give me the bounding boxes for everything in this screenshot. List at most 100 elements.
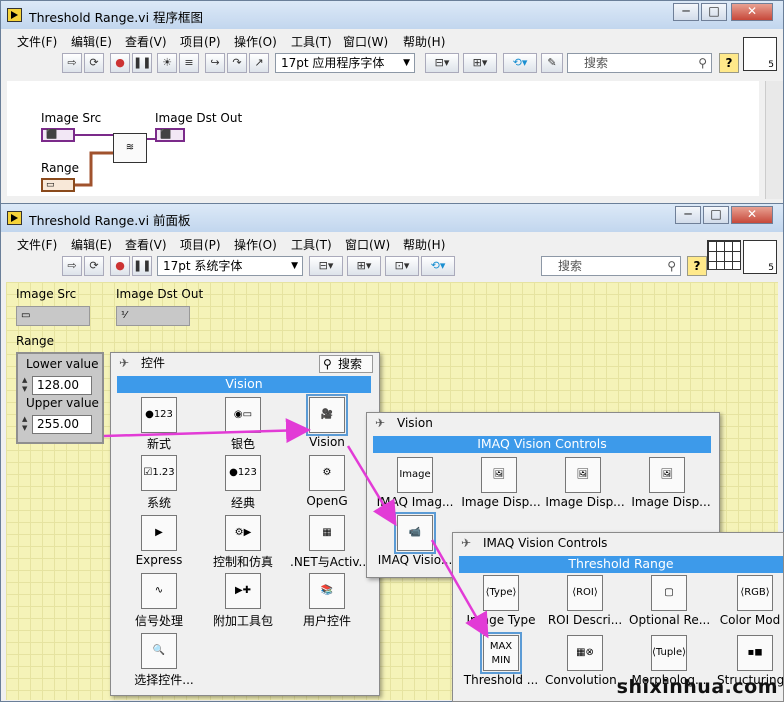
menu-tools[interactable]: 工具(T)	[291, 33, 332, 50]
vision-palette-title: Vision	[397, 416, 433, 430]
menu-help[interactable]: 帮助(H)	[403, 236, 445, 253]
threshold-range-icon[interactable]: MAX MIN	[480, 632, 522, 674]
menu-project[interactable]: 项目(P)	[180, 33, 221, 50]
step-out-icon[interactable]: ↗	[249, 53, 269, 73]
menu-edit[interactable]: 编辑(E)	[71, 33, 112, 50]
minimize-button[interactable]: ─	[675, 206, 701, 224]
tile-label-vision: Vision	[309, 435, 345, 449]
align-objects-icon[interactable]: ⊟▾	[309, 256, 343, 276]
dotnet-activex-palette-icon[interactable]: ▦	[309, 515, 345, 551]
imaq-vision-controls-icon[interactable]: 📹	[394, 512, 436, 554]
close-button[interactable]: ✕	[731, 3, 773, 21]
labview-vi-icon	[7, 8, 22, 22]
modern-palette-icon[interactable]: ●123	[141, 397, 177, 433]
tile-label-roi-descriptor: ROI Descri...	[547, 613, 623, 627]
user-controls-palette-icon[interactable]: 📚	[309, 573, 345, 609]
menu-operate[interactable]: 操作(O)	[234, 236, 277, 253]
image-src-control[interactable]: ▭	[16, 306, 90, 326]
control-simulation-palette-icon[interactable]: ⚙▶	[225, 515, 261, 551]
step-over-icon[interactable]: ↷	[227, 53, 247, 73]
image-type-icon[interactable]: ⟨Type⟩	[483, 575, 519, 611]
upper-value-spinner[interactable]: ▲ ▼	[22, 415, 30, 434]
select-control-icon[interactable]: 🔍	[141, 633, 177, 669]
vision-palette-icon[interactable]: 🎥	[306, 394, 348, 436]
palette-search-button[interactable]: ⚲ 搜索	[319, 355, 373, 373]
block-diagram-toolbar: ⇨ ⟳ ● ❚❚ ☀ ≡ ↪ ↷ ↗ 17pt 应用程序字体 ▼ ⊟▾ ⊞▾ ⟲▾…	[7, 53, 739, 77]
classic-palette-icon[interactable]: ●123	[225, 455, 261, 491]
menu-view[interactable]: 查看(V)	[125, 236, 167, 253]
watermark: shixinhua.com	[616, 676, 778, 698]
run-continuously-icon[interactable]: ⟳	[84, 53, 104, 73]
menubar: 文件(F) 编辑(E) 查看(V) 项目(P) 操作(O) 工具(T) 窗口(W…	[7, 31, 777, 51]
silver-palette-icon[interactable]: ◉▭	[225, 397, 261, 433]
tile-label-image-display-2: Image Disp...	[545, 495, 625, 509]
menu-edit[interactable]: 编辑(E)	[71, 236, 112, 253]
pin-icon[interactable]: ✈	[119, 356, 133, 370]
context-help-button[interactable]: ?	[687, 256, 707, 276]
highlight-execution-icon[interactable]: ☀	[157, 53, 177, 73]
vision-palette-category-bar: IMAQ Vision Controls	[373, 436, 711, 453]
align-objects-icon[interactable]: ⊟▾	[425, 53, 459, 73]
structuring-element-icon[interactable]: ▪◼	[737, 635, 773, 671]
image-display-icon[interactable]: 🖼	[481, 457, 517, 493]
color-mode-icon[interactable]: ⟨RGB⟩	[737, 575, 773, 611]
lower-value-spinner[interactable]: ▲ ▼	[22, 376, 30, 395]
lower-value-input[interactable]: 128.00	[32, 376, 92, 395]
menu-project[interactable]: 项目(P)	[180, 236, 221, 253]
tile-label-imaq-image: IMAQ Imag...	[376, 495, 454, 509]
reorder-icon[interactable]: ⟲▾	[503, 53, 537, 73]
font-select[interactable]: 17pt 系统字体 ▼	[157, 256, 303, 276]
distribute-objects-icon[interactable]: ⊞▾	[463, 53, 497, 73]
search-input[interactable]: 搜索 ⚲	[541, 256, 681, 276]
image-display-icon[interactable]: 🖼	[565, 457, 601, 493]
front-panel-title: Threshold Range.vi 前面板	[29, 213, 191, 228]
imaq-image-icon[interactable]: Image	[397, 457, 433, 493]
minimize-button[interactable]: ─	[673, 3, 699, 21]
distribute-objects-icon[interactable]: ⊞▾	[347, 256, 381, 276]
menu-file[interactable]: 文件(F)	[17, 33, 57, 50]
convolution-kernel-icon[interactable]: ▦⊗	[567, 635, 603, 671]
addons-palette-icon[interactable]: ▶✚	[225, 573, 261, 609]
resize-objects-icon[interactable]: ⊡▾	[385, 256, 419, 276]
express-palette-icon[interactable]: ▶	[141, 515, 177, 551]
tile-label-imaq-vision: IMAQ Visio...	[377, 553, 453, 567]
scrollbar-vertical[interactable]	[765, 81, 783, 199]
image-display-icon[interactable]: 🖼	[649, 457, 685, 493]
context-help-button[interactable]: ?	[719, 53, 739, 73]
menu-operate[interactable]: 操作(O)	[234, 33, 277, 50]
optional-rectangle-icon[interactable]: ▢	[651, 575, 687, 611]
menu-file[interactable]: 文件(F)	[17, 236, 57, 253]
run-continuously-icon[interactable]: ⟳	[84, 256, 104, 276]
abort-icon[interactable]: ●	[110, 53, 130, 73]
step-into-icon[interactable]: ↪	[205, 53, 225, 73]
run-icon[interactable]: ⇨	[62, 256, 82, 276]
reorder-icon[interactable]: ⟲▾	[421, 256, 455, 276]
menu-help[interactable]: 帮助(H)	[403, 33, 445, 50]
menu-window[interactable]: 窗口(W)	[345, 236, 390, 253]
maximize-button[interactable]: □	[703, 206, 729, 224]
pin-icon[interactable]: ✈	[461, 536, 475, 550]
system-palette-icon[interactable]: ☑1.23	[141, 455, 177, 491]
pause-icon[interactable]: ❚❚	[132, 256, 152, 276]
font-select[interactable]: 17pt 应用程序字体 ▼	[275, 53, 415, 73]
controls-palette: ✈ 控件 ⚲ 搜索 Vision ●123 新式 ◉▭ 银色 🎥 Vision …	[110, 352, 380, 696]
cleanup-diagram-icon[interactable]: ✎	[541, 53, 563, 73]
menu-tools[interactable]: 工具(T)	[291, 236, 332, 253]
maximize-button[interactable]: □	[701, 3, 727, 21]
run-icon[interactable]: ⇨	[62, 53, 82, 73]
close-button[interactable]: ✕	[731, 206, 773, 224]
pin-icon[interactable]: ✈	[375, 416, 389, 430]
roi-descriptor-icon[interactable]: ⟨ROI⟩	[567, 575, 603, 611]
morphology-icon[interactable]: ⟨Tuple⟩	[651, 635, 687, 671]
pause-icon[interactable]: ❚❚	[132, 53, 152, 73]
block-diagram-canvas: Image Src ⬛ Image Dst Out ⬛ ≋ Range ▭	[7, 81, 759, 196]
signal-processing-palette-icon[interactable]: ∿	[141, 573, 177, 609]
menu-view[interactable]: 查看(V)	[125, 33, 167, 50]
abort-icon[interactable]: ●	[110, 256, 130, 276]
retain-wire-values-icon[interactable]: ≡	[179, 53, 199, 73]
search-input[interactable]: 搜索 ⚲	[567, 53, 712, 73]
menu-window[interactable]: 窗口(W)	[343, 33, 388, 50]
font-select-value: 17pt 应用程序字体	[281, 56, 385, 70]
openg-palette-icon[interactable]: ⚙	[309, 455, 345, 491]
upper-value-input[interactable]: 255.00	[32, 415, 92, 434]
